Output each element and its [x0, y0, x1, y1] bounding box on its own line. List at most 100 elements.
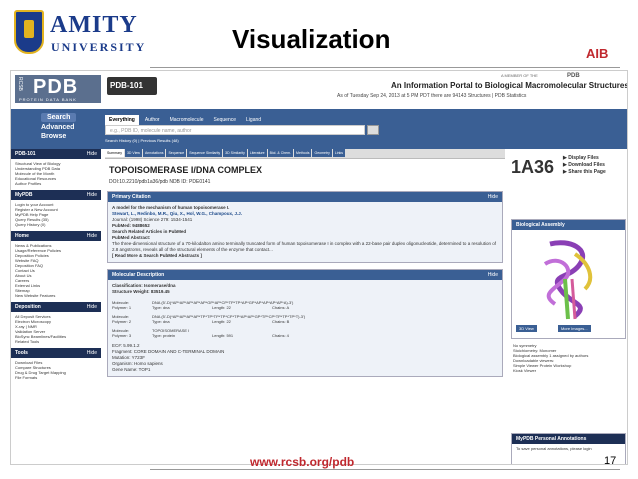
3d-view-button[interactable]: 3D View [516, 325, 537, 332]
mypdb-annotations-text[interactable]: To save personal annotations, please log… [512, 444, 625, 453]
member-text: A MEMBER OF THE [501, 73, 538, 78]
structure-tab[interactable]: Methods [294, 149, 312, 157]
nav-section-tools[interactable]: Tools Hide [11, 348, 101, 358]
amity-university: UNIVERSITY [51, 40, 147, 54]
structure-tab[interactable]: Biol. & Chem. [267, 149, 294, 157]
nav-section-title: PDB-101 [15, 151, 36, 157]
molecule-field: Type: dna [152, 305, 170, 310]
more-images-button[interactable]: More Images... [557, 325, 591, 332]
molecule-field: Length: 22 [212, 319, 231, 324]
nav-item[interactable]: Related Tools [15, 339, 97, 344]
search-input[interactable]: e.g., PDB ID, molecule name, author [105, 125, 365, 135]
search-link[interactable]: Search [41, 113, 77, 122]
molecule-details: EC#: 5.99.1.2 Fragment: CORE DOMAIN AND … [108, 340, 502, 376]
nav-item[interactable]: New Website Features [15, 293, 97, 298]
structure-tabs: Summary 3D View Annotations Sequence Sequenc… [105, 149, 505, 159]
nav-section-home[interactable]: Home Hide [11, 231, 101, 241]
wwpdb-logo[interactable]: PDB [567, 73, 580, 79]
search-tab-everything[interactable]: Everything [105, 115, 139, 125]
pdb-logo-text: PDB [33, 76, 79, 98]
download-link[interactable]: ▶ Display Files [563, 155, 606, 162]
structure-tab[interactable]: 3D View [124, 149, 142, 157]
molecule-field: Length: 22 [212, 305, 231, 310]
page-number: 17 [604, 455, 617, 467]
structure-tab[interactable]: Geometry [312, 149, 332, 157]
hide-link[interactable]: Hide [488, 272, 498, 278]
nav-section-pdb-101[interactable]: PDB-101 Hide [11, 149, 101, 159]
hide-link[interactable]: Hide [87, 151, 97, 157]
nav-items: Login to your Account Register a New Acco… [11, 200, 101, 231]
right-column: 1A36 ▶ Display Files ▶ Download Files ▶ Sh… [511, 149, 626, 464]
nav-section-deposition[interactable]: Deposition Hide [11, 302, 101, 312]
search-tab-sequence[interactable]: Sequence [209, 115, 240, 125]
search-history-links[interactable]: Search History (0) | Previous Results (4… [105, 138, 179, 143]
rcsb-pdb-logo[interactable]: RCSB PDB PROTEIN DATA BANK [15, 75, 101, 103]
footer-url[interactable]: www.rcsb.org/pdb [250, 455, 354, 469]
search-tab-macromolecule[interactable]: Macromolecule [166, 115, 208, 125]
search-tab-ligand[interactable]: Ligand [242, 115, 265, 125]
nav-items: All Deposit Services Electron Microscopy X… [11, 312, 101, 348]
nav-item[interactable]: Author Profiles [15, 181, 97, 186]
pdb-screenshot: RCSB PDB PROTEIN DATA BANK PDB-101 A MEM… [10, 70, 628, 465]
primary-citation-header: Primary Citation Hide [108, 192, 502, 202]
search-tabs: Everything Author Macromolecule Sequence Lig… [105, 115, 267, 125]
read-more-link[interactable]: [ Read More & Search PubMed Abstracts ] [112, 253, 498, 259]
molecule-field: Polymer: 1 [112, 305, 132, 310]
molecule-row: Molecule: TOPOISOMERASE I Polymer: 3 Type: … [108, 326, 502, 340]
download-link[interactable]: ▶ Share this Page [563, 169, 606, 176]
molecule-field: Type: protein [152, 333, 176, 338]
biological-assembly-panel: Biological Assembly 3D View More Images.… [511, 219, 626, 339]
structure-tab[interactable]: Summary [105, 149, 124, 157]
mypdb-annotations-header: MyPDB Personal Annotations [512, 434, 625, 444]
search-bar: Search Advanced Browse Everything Author M… [11, 109, 627, 149]
pdb-logo-sub: PROTEIN DATA BANK [19, 97, 77, 102]
advanced-link[interactable]: Advanced [41, 124, 101, 131]
nav-item[interactable]: Query History (0) [15, 222, 97, 227]
nav-items: Download Files Compare Structures Drug & D… [11, 358, 101, 384]
pdb101-button[interactable]: PDB-101 [107, 77, 157, 95]
nav-items: Structural View of Biology Understanding … [11, 159, 101, 190]
download-links: ▶ Display Files ▶ Download Files ▶ Share t… [563, 155, 606, 176]
pdb-body: PDB-101 Hide Structural View of Biology Und… [11, 149, 627, 464]
molecular-body: Classification: Isomerase/dna Structure … [108, 280, 502, 298]
hide-link[interactable]: Hide [87, 350, 97, 356]
hide-link[interactable]: Hide [87, 233, 97, 239]
nav-items: News & Publications Usage/Reference Polic… [11, 241, 101, 302]
structure-tab[interactable]: 3D Similarity [223, 149, 247, 157]
nav-item[interactable]: File Formats [15, 375, 97, 380]
panel-title: Primary Citation [112, 194, 151, 200]
molecule-field: Chains: B [272, 319, 290, 324]
structure-doi[interactable]: DOI:10.2210/pdb1a36/pdb NDB ID: PDE0141 [105, 179, 505, 185]
structure-tab[interactable]: Annotations [142, 149, 166, 157]
hide-link[interactable]: Hide [87, 192, 97, 198]
slide-tag: AIB [586, 46, 609, 61]
hide-link[interactable]: Hide [488, 194, 498, 200]
nav-section-title: Tools [15, 350, 28, 356]
search-tab-author[interactable]: Author [141, 115, 164, 125]
browse-link[interactable]: Browse [41, 133, 101, 140]
structure-title: TOPOISOMERASE I/DNA COMPLEX [109, 165, 263, 175]
molecule-field: Type: dna [152, 319, 170, 324]
hide-link[interactable]: Hide [87, 304, 97, 310]
pdb-header: RCSB PDB PROTEIN DATA BANK PDB-101 A MEM… [11, 71, 627, 109]
molecule-field: Chains: 4 [272, 333, 289, 338]
molecule-field: Chains: A [272, 305, 290, 310]
molecular-description-header: Molecular Description Hide [108, 270, 502, 280]
molecule-structure-image[interactable] [520, 234, 618, 322]
amity-logo: AMITY UNIVERSITY [14, 10, 144, 60]
molecule-field: Length: 591 [212, 333, 234, 338]
search-go-button[interactable] [367, 125, 379, 135]
structure-tab[interactable]: Sequence [166, 149, 187, 157]
structure-summary: Summary 3D View Annotations Sequence Sequenc… [105, 149, 505, 464]
structure-tab[interactable]: Literature [247, 149, 267, 157]
header-rule [150, 67, 620, 68]
pdb-id: 1A36 [511, 157, 555, 177]
assembly-info-line: Kiosk Viewer [513, 368, 537, 373]
nav-section-mypdb[interactable]: MyPDB Hide [11, 190, 101, 200]
download-link[interactable]: ▶ Download Files [563, 162, 606, 169]
rcsb-label: RCSB [17, 77, 23, 91]
slide-title: Visualization [232, 24, 391, 54]
structure-tab[interactable]: Sequence Similarity [187, 149, 223, 157]
structure-tab[interactable]: Links [332, 149, 346, 157]
nav-section-title: Home [15, 233, 29, 239]
